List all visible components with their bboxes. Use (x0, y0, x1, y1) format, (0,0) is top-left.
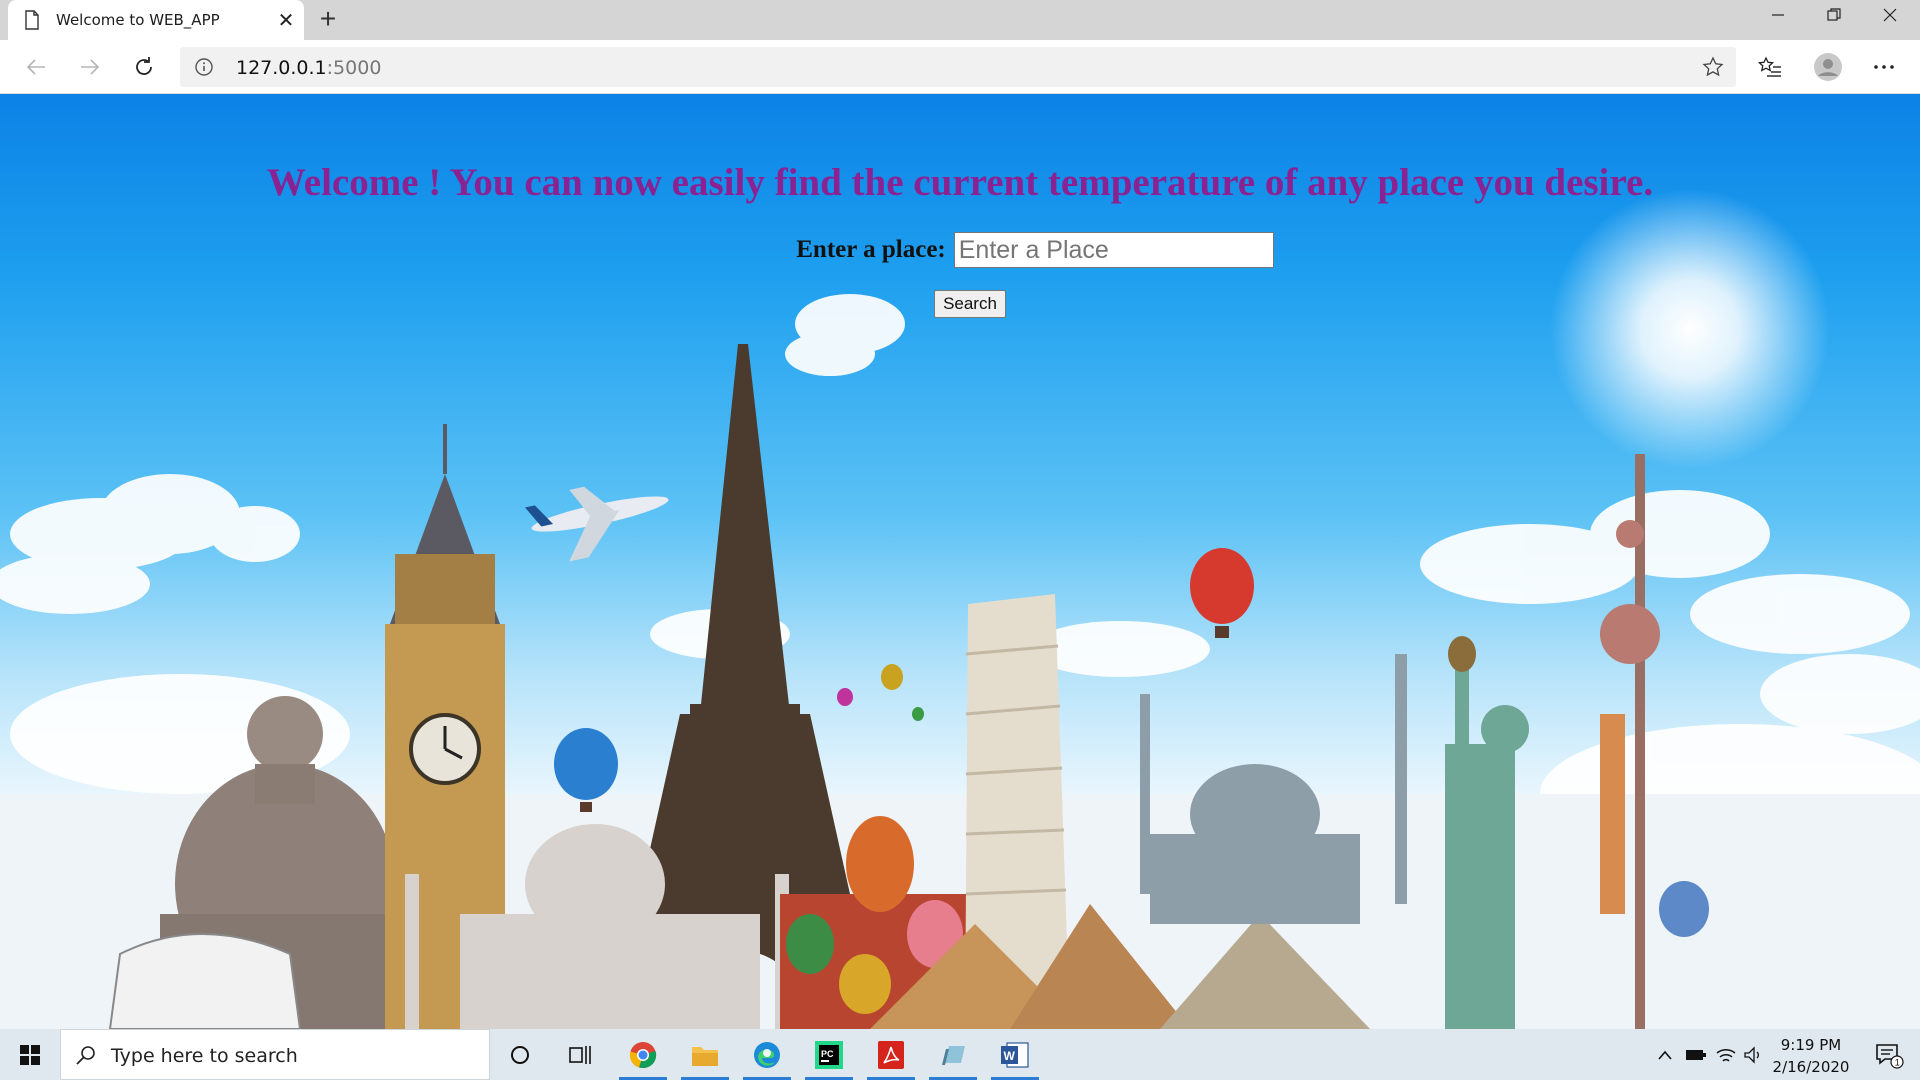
wifi-icon (1716, 1048, 1736, 1062)
place-label: Enter a place: (796, 236, 946, 263)
page-heading: Welcome ! You can now easily find the cu… (266, 161, 1654, 204)
battery-icon (1686, 1049, 1706, 1060)
search-button[interactable]: Search (934, 290, 1006, 318)
task-view-button[interactable] (552, 1029, 608, 1080)
back-button[interactable] (20, 51, 52, 83)
refresh-button[interactable] (128, 51, 160, 83)
taskbar-acrobat[interactable] (863, 1029, 919, 1080)
tab-close-icon[interactable]: ✕ (268, 8, 304, 33)
info-icon[interactable] (194, 57, 214, 77)
browser-tab[interactable]: Welcome to WEB_APP ✕ (8, 0, 304, 40)
close-icon (1883, 8, 1897, 22)
new-tab-button[interactable]: + (314, 0, 342, 40)
cortana-button[interactable] (492, 1029, 548, 1080)
close-window-button[interactable] (1862, 0, 1918, 30)
pycharm-icon: PC (815, 1040, 843, 1069)
url-port: :5000 (326, 57, 382, 79)
clock-time: 9:19 PM (1780, 1036, 1842, 1054)
favorite-star-icon[interactable] (1702, 56, 1724, 78)
taskbar-search-placeholder: Type here to search (111, 1045, 298, 1067)
notification-icon: 1 (1876, 1043, 1904, 1069)
url-host: 127.0.0.1 (236, 57, 327, 79)
action-center-button[interactable]: 1 (1866, 1029, 1912, 1080)
taskbar-edge[interactable] (739, 1029, 795, 1080)
sun (1550, 189, 1830, 469)
edge-icon (754, 1041, 780, 1068)
url-text[interactable]: 127.0.0.1:5000 (236, 57, 381, 79)
start-button[interactable] (0, 1029, 60, 1080)
forward-button[interactable] (74, 51, 106, 83)
settings-more-button[interactable] (1868, 51, 1900, 83)
browser-toolbar: 127.0.0.1:5000 (0, 40, 1920, 94)
minimize-button[interactable] (1750, 0, 1806, 30)
page-viewport: Welcome ! You can now easily find the cu… (0, 94, 1920, 1029)
arrow-right-icon (81, 59, 100, 75)
volume-control[interactable] (1740, 1029, 1766, 1080)
acrobat-reader-icon (878, 1040, 904, 1069)
windows-taskbar: Type here to search PC W 9:19 PM 2/16/20… (0, 1029, 1920, 1080)
arrow-left-icon (26, 59, 45, 75)
restore-icon (1827, 8, 1841, 21)
browser-tab-bar: Welcome to WEB_APP ✕ + (0, 0, 1920, 40)
chevron-up-icon (1658, 1050, 1672, 1060)
cortana-circle-icon (511, 1045, 529, 1064)
svg-text:PC: PC (821, 1049, 834, 1059)
battery-status[interactable] (1682, 1029, 1710, 1080)
restore-button[interactable] (1806, 0, 1862, 30)
page-icon (25, 10, 39, 30)
address-bar[interactable]: 127.0.0.1:5000 (180, 47, 1736, 87)
taskbar-pycharm[interactable]: PC (801, 1029, 857, 1080)
tab-title: Welcome to WEB_APP (56, 11, 220, 29)
taskbar-app[interactable] (925, 1029, 981, 1080)
app-window-icon (942, 1045, 965, 1065)
taskbar-chrome[interactable] (615, 1029, 671, 1080)
place-input[interactable] (953, 232, 1274, 268)
show-hidden-icons-button[interactable] (1652, 1029, 1678, 1080)
profile-button[interactable] (1812, 51, 1844, 83)
taskbar-word[interactable]: W (987, 1029, 1043, 1080)
chrome-icon (629, 1041, 657, 1068)
favorites-button[interactable] (1754, 51, 1786, 83)
word-icon: W (1001, 1041, 1029, 1068)
airplane (524, 486, 669, 562)
more-dots-icon (1874, 65, 1894, 69)
colosseum (108, 933, 302, 1029)
place-form: Enter a place: (0, 232, 1920, 268)
svg-text:W: W (1004, 1049, 1016, 1063)
speaker-icon (1744, 1045, 1759, 1064)
clock-date: 2/16/2020 (1772, 1058, 1850, 1076)
taskbar-file-explorer[interactable] (677, 1029, 733, 1080)
search-icon (76, 1046, 95, 1065)
taskbar-search-box[interactable]: Type here to search (60, 1029, 490, 1080)
minimize-icon (1772, 14, 1784, 16)
notification-count: 1 (1895, 1057, 1900, 1067)
folder-icon (692, 1046, 718, 1066)
taskbar-clock[interactable]: 9:19 PM 2/16/2020 (1765, 1034, 1857, 1078)
network-status[interactable] (1712, 1029, 1740, 1080)
task-view-icon (569, 1045, 591, 1064)
avatar-icon (1814, 53, 1842, 81)
windows-logo-icon (20, 1044, 40, 1065)
refresh-icon (136, 57, 152, 75)
favorites-list-icon (1758, 56, 1781, 77)
